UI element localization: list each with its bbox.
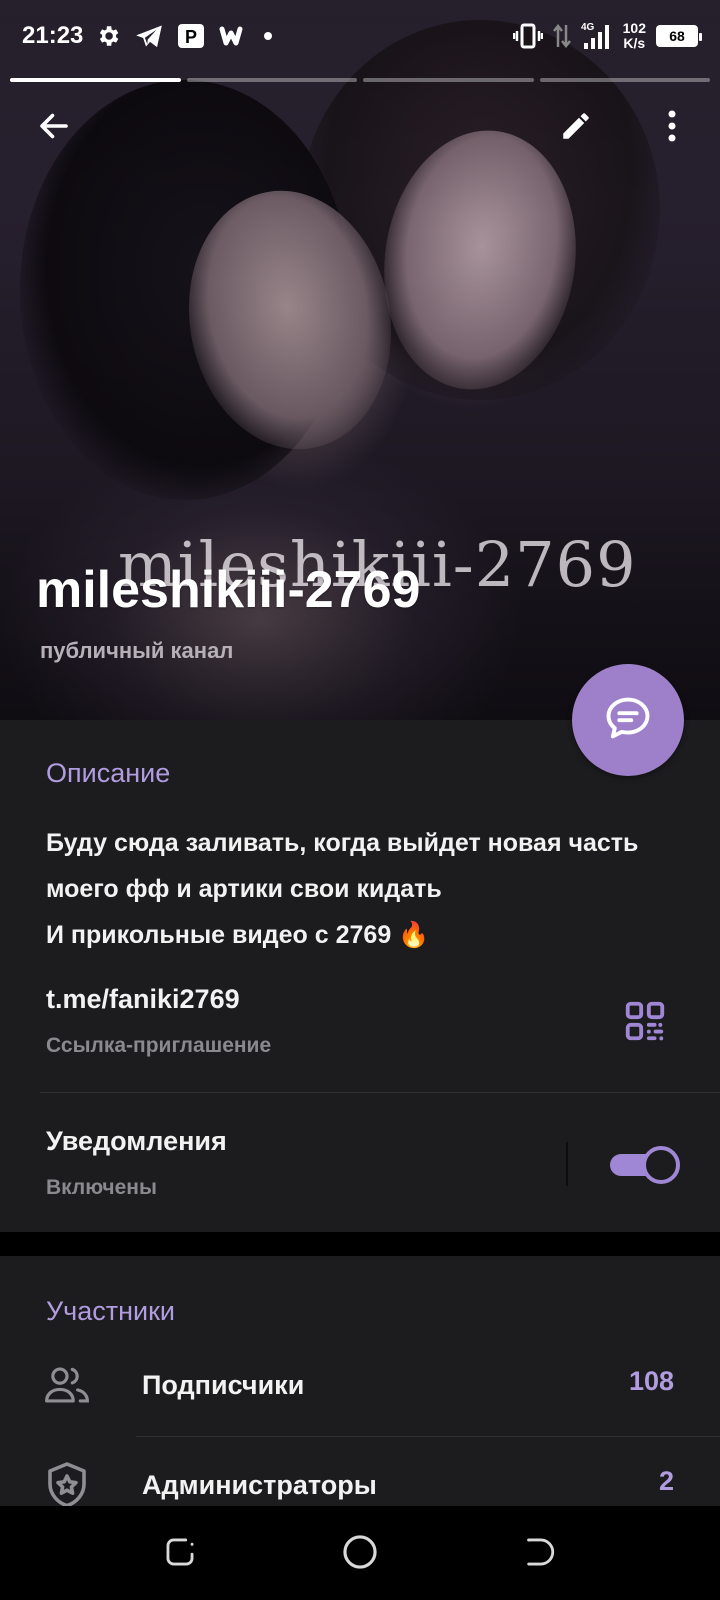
members-row-count: 2: [658, 1466, 674, 1496]
status-time: 21:23: [22, 22, 84, 49]
toggle-knob: [642, 1146, 680, 1184]
story-bar[interactable]: [363, 78, 534, 82]
recent-apps-icon: [163, 1535, 197, 1574]
channel-title: mileshikiii-2769: [36, 561, 421, 619]
members-row-label: Администраторы: [142, 1470, 377, 1500]
signal-icon: 4G: [581, 21, 613, 51]
story-bar[interactable]: [186, 78, 357, 82]
divider: [40, 1092, 720, 1093]
more-options-button[interactable]: [642, 98, 702, 158]
home-circle-icon: [341, 1533, 379, 1576]
more-vertical-icon: [666, 108, 678, 149]
telegram-icon: [135, 24, 163, 48]
channel-description: Буду сюда заливать, когда выйдет новая ч…: [46, 829, 639, 949]
chat-bubble-icon: [602, 692, 654, 749]
notifications-title: Уведомления: [46, 1126, 227, 1156]
data-arrows-icon: [552, 23, 571, 49]
parking-icon: P: [177, 23, 205, 49]
story-bar[interactable]: [10, 78, 181, 82]
recent-apps-button[interactable]: [156, 1530, 204, 1578]
back-nav-button[interactable]: [516, 1530, 564, 1578]
story-progress: [10, 78, 710, 82]
back-button[interactable]: [24, 98, 84, 158]
story-bar[interactable]: [539, 78, 710, 82]
pencil-icon: [559, 109, 593, 148]
svg-text:P: P: [185, 27, 197, 47]
system-nav-bar: [0, 1506, 720, 1600]
edit-button[interactable]: [546, 98, 606, 158]
top-action-bar: [0, 98, 720, 158]
home-button[interactable]: [336, 1530, 384, 1578]
vertical-separator: [566, 1142, 568, 1186]
description-header: Описание: [46, 758, 171, 788]
notifications-toggle[interactable]: [610, 1146, 680, 1184]
members-row-label: Подписчики: [142, 1370, 305, 1400]
network-speed: 102 K/s: [622, 20, 646, 51]
battery-indicator: 68: [656, 25, 702, 47]
vibrate-icon: [512, 23, 543, 49]
discussion-button[interactable]: [572, 664, 684, 776]
people-icon: [44, 1362, 90, 1408]
section-gap: [0, 1232, 720, 1256]
wattpad-icon: [219, 25, 249, 47]
shield-star-icon: [44, 1462, 90, 1508]
back-nav-icon: [523, 1535, 557, 1574]
invite-link-caption: Ссылка-приглашение: [46, 1034, 272, 1057]
members-section: [0, 1256, 720, 1506]
members-header: Участники: [46, 1296, 175, 1326]
gear-icon: [95, 23, 121, 49]
qr-code-button[interactable]: [622, 998, 670, 1046]
arrow-left-icon: [36, 108, 72, 149]
divider: [136, 1436, 720, 1437]
members-row-count: 108: [628, 1366, 674, 1396]
dot-icon: [263, 31, 273, 41]
qr-code-icon: [622, 1001, 668, 1048]
svg-text:4G: 4G: [581, 22, 595, 33]
invite-link[interactable]: t.me/faniki2769: [46, 984, 240, 1015]
status-bar: 21:23 P 4G 102 K/s 68: [0, 0, 720, 72]
notifications-status: Включены: [46, 1176, 157, 1199]
channel-type: публичный канал: [40, 638, 234, 663]
